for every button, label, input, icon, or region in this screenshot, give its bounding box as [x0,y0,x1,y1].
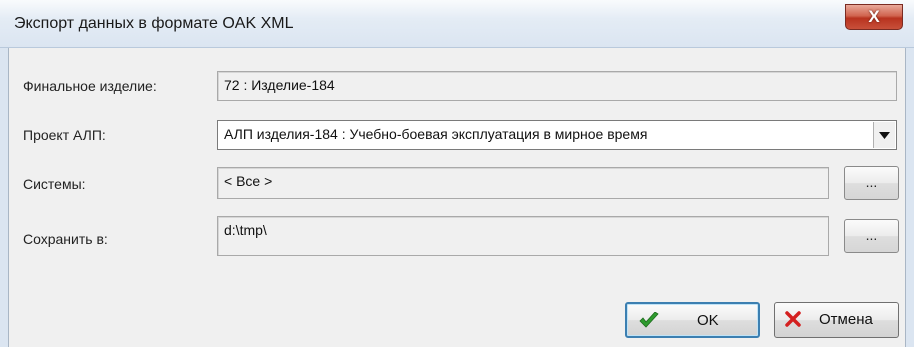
cancel-x-icon [785,311,801,331]
checkmark-icon [639,311,659,332]
window-frame-left [0,48,8,347]
title-bar[interactable]: Экспорт данных в формате OAK XML X [0,0,914,48]
systems-browse-label: ... [865,174,878,190]
systems-value: < Все > [224,173,273,189]
systems-label: Системы: [23,176,86,192]
save-browse-label: ... [865,227,878,243]
project-select[interactable]: АЛП изделия-184 : Учебно-боевая эксплуат… [217,120,897,150]
project-value: АЛП изделия-184 : Учебно-боевая эксплуат… [224,126,648,142]
save-to-label: Сохранить в: [23,231,108,247]
save-path-field: d:\tmp\ [217,216,829,256]
final-item-value: 72 : Изделие-184 [224,77,335,93]
chevron-down-icon [879,132,890,139]
project-label: Проект АЛП: [23,127,106,143]
export-dialog: Экспорт данных в формате OAK XML X Финал… [0,0,914,347]
save-path-value: d:\tmp\ [224,222,267,238]
window-title: Экспорт данных в формате OAK XML [14,15,294,32]
close-icon: X [868,7,880,26]
cancel-button[interactable]: Отмена [774,302,899,338]
systems-field: < Все > [217,167,829,199]
project-dropdown-button[interactable] [873,122,895,148]
ok-label: OK [697,312,719,329]
dialog-body: Финальное изделие: 72 : Изделие-184 Прое… [8,48,906,347]
save-browse-button[interactable]: ... [844,219,899,253]
systems-browse-button[interactable]: ... [844,166,899,200]
close-button[interactable]: X [845,4,903,30]
cancel-label: Отмена [819,311,873,328]
final-item-field: 72 : Изделие-184 [217,71,897,101]
final-item-label: Финальное изделие: [23,78,157,94]
ok-button[interactable]: OK [625,302,760,338]
window-frame-right [906,48,914,347]
